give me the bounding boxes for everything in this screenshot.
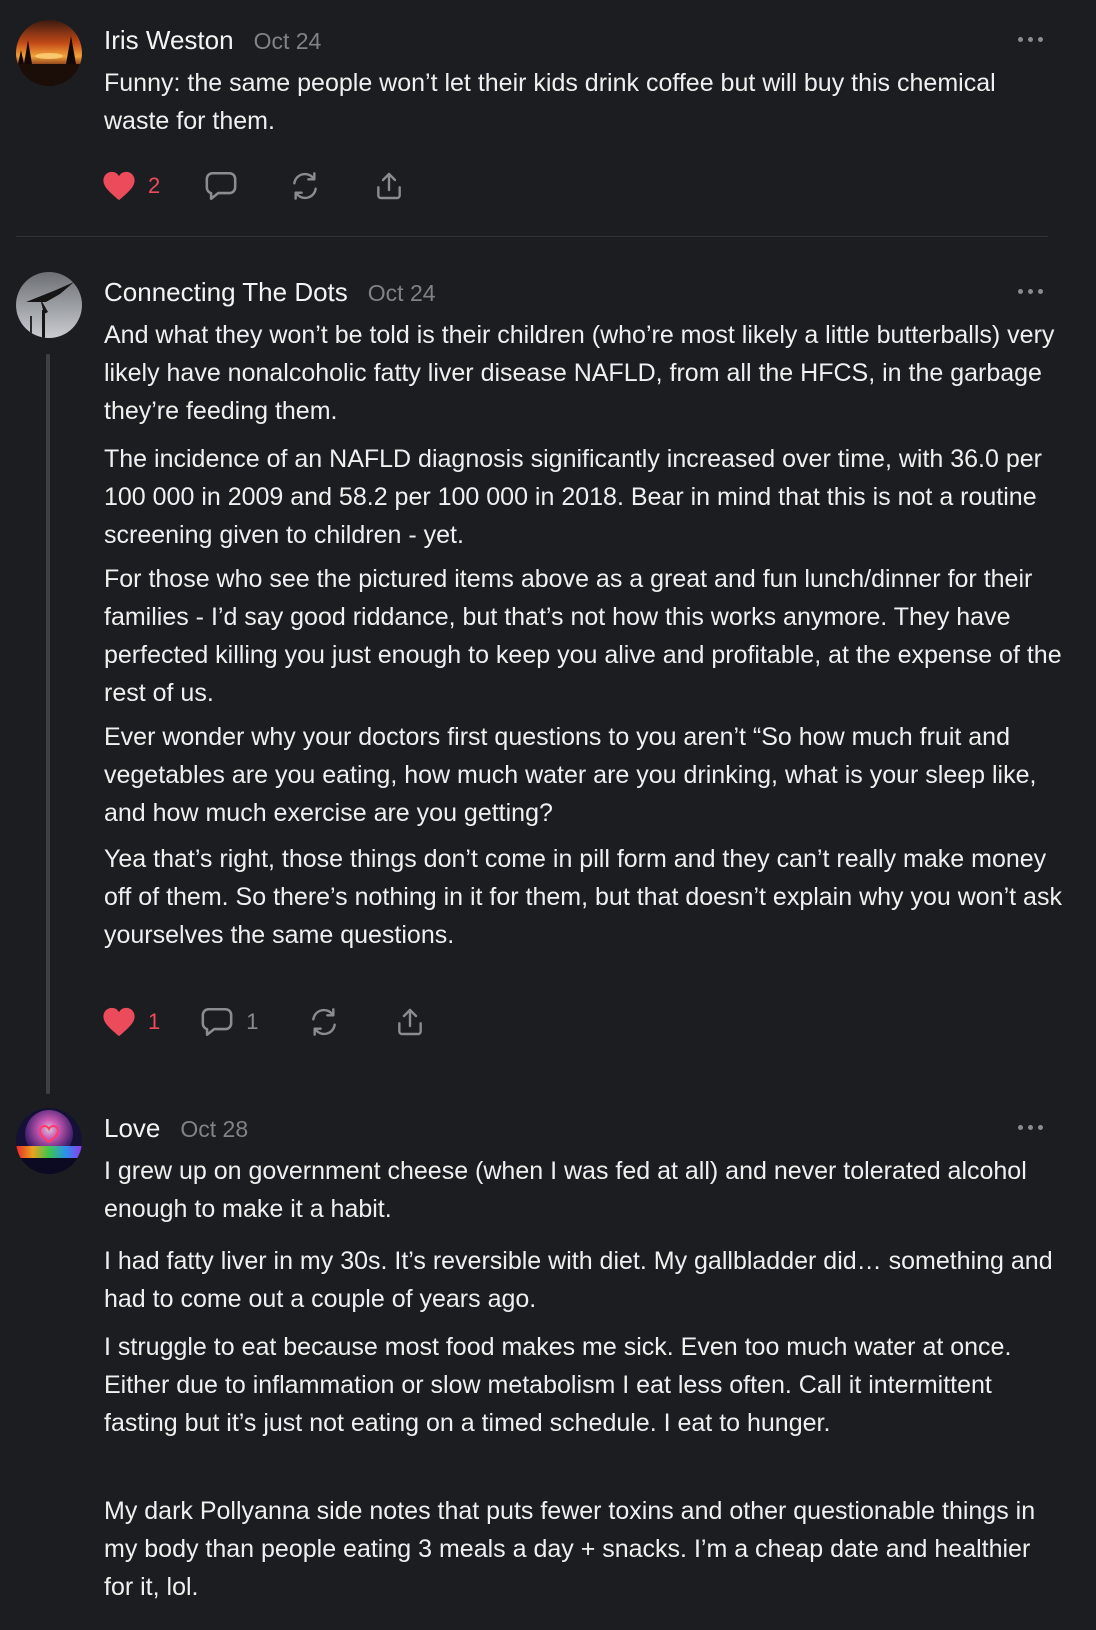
comment-date[interactable]: Oct 24 [254,21,322,61]
heart-icon [103,171,135,201]
author-name[interactable]: Love [104,1108,160,1148]
sunset-avatar-image [16,20,82,86]
bird-silhouette-avatar-image [16,272,82,338]
more-options-icon[interactable] [1016,1118,1046,1138]
avatar[interactable] [16,272,82,338]
more-options-icon[interactable] [1016,30,1046,50]
like-count: 2 [148,173,161,198]
comment-paragraph: Funny: the same people won’t let their k… [104,69,996,135]
restack-icon [293,172,318,200]
comment-paragraph: Ever wonder why your doctors first quest… [104,723,1037,827]
comment-date[interactable]: Oct 24 [368,273,436,313]
comment-header: Connecting The Dots Oct 24 [104,272,436,312]
share-icon [397,1008,422,1036]
reply-button[interactable] [204,170,238,202]
share-button[interactable] [372,170,406,202]
comment-header: Love Oct 28 [104,1108,248,1148]
comment-date[interactable]: Oct 28 [180,1109,248,1149]
comment-paragraph: And what they won’t be told is their chi… [104,321,1055,425]
avatar[interactable] [16,1108,82,1174]
comment-actions: 2 [102,166,406,206]
share-icon [377,172,402,200]
like-button[interactable]: 1 [102,1006,160,1038]
reply-bubble-icon [201,1007,233,1037]
author-name[interactable]: Connecting The Dots [104,272,348,312]
reply-count: 1 [246,1009,259,1034]
restack-button[interactable] [307,1006,341,1038]
restack-icon [311,1008,336,1036]
author-name[interactable]: Iris Weston [104,20,234,60]
comment-paragraph: For those who see the pictured items abo… [104,565,1062,707]
restack-button[interactable] [288,170,322,202]
comment-paragraph: Yea that’s right, those things don’t com… [104,845,1062,949]
share-button[interactable] [393,1006,427,1038]
comment-paragraph: I struggle to eat because most food make… [104,1333,1012,1437]
comment-paragraph: I had fatty liver in my 30s. It’s revers… [104,1247,1053,1313]
comment-paragraph: I grew up on government cheese (when I w… [104,1157,1027,1223]
avatar[interactable] [16,20,82,86]
heart-icon [103,1007,135,1037]
like-button[interactable]: 2 [102,170,160,202]
more-options-icon[interactable] [1016,282,1046,302]
reply-bubble-icon [205,171,237,201]
reply-button[interactable]: 1 [200,1006,259,1038]
comment-body: Funny: the same people won’t let their k… [104,64,1064,140]
rainbow-heart-avatar-image [16,1108,82,1174]
like-count: 1 [148,1009,161,1034]
comment-paragraph: My dark Pollyanna side notes that puts f… [104,1497,1036,1601]
comment-paragraph: The incidence of an NAFLD diagnosis sign… [104,445,1042,549]
thread-line [46,354,50,1094]
comment-divider [16,236,1048,237]
comment-actions: 1 1 [102,1002,427,1042]
comment-header: Iris Weston Oct 24 [104,20,321,60]
